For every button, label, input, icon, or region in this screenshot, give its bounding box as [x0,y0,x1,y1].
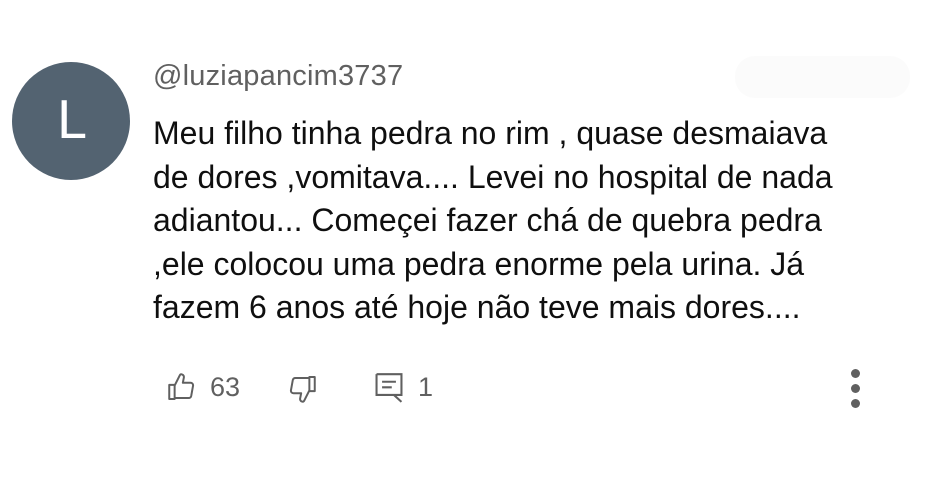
thumbs-up-icon[interactable] [165,370,199,404]
dot [851,399,860,408]
comment-text-line: Meu filho tinha pedra no rim , quase des… [153,115,828,151]
comment-author[interactable]: @luziapancim3737 [153,60,403,93]
comment-text-line: de dores ,vomitava.... Levei no hospital… [153,158,833,195]
comment-text: Meu filho tinha pedra no rim , quase des… [153,112,913,330]
more-vertical-icon[interactable] [846,366,866,410]
comment-text-line: fazem 6 anos até hoje não teve mais dore… [153,289,801,325]
comment-thread: L @luziapancim3737 Meu filho tinha pedra… [0,0,945,481]
avatar-letter: L [56,91,86,151]
comment-text-line: adiantou... Começei fazer chá de quebra … [153,202,822,238]
blurred-area [735,56,910,98]
comment-text-line: ,ele colocou uma pedra enorme pela urina… [153,245,805,282]
dot [851,369,860,378]
thumbs-down-icon[interactable] [285,372,319,406]
reply-comment-icon[interactable] [372,370,406,406]
avatar[interactable]: L [12,62,130,180]
comment-actions: 63 1 [0,360,945,416]
dot [851,384,860,393]
like-count: 63 [210,372,241,402]
reply-count: 1 [418,372,434,402]
